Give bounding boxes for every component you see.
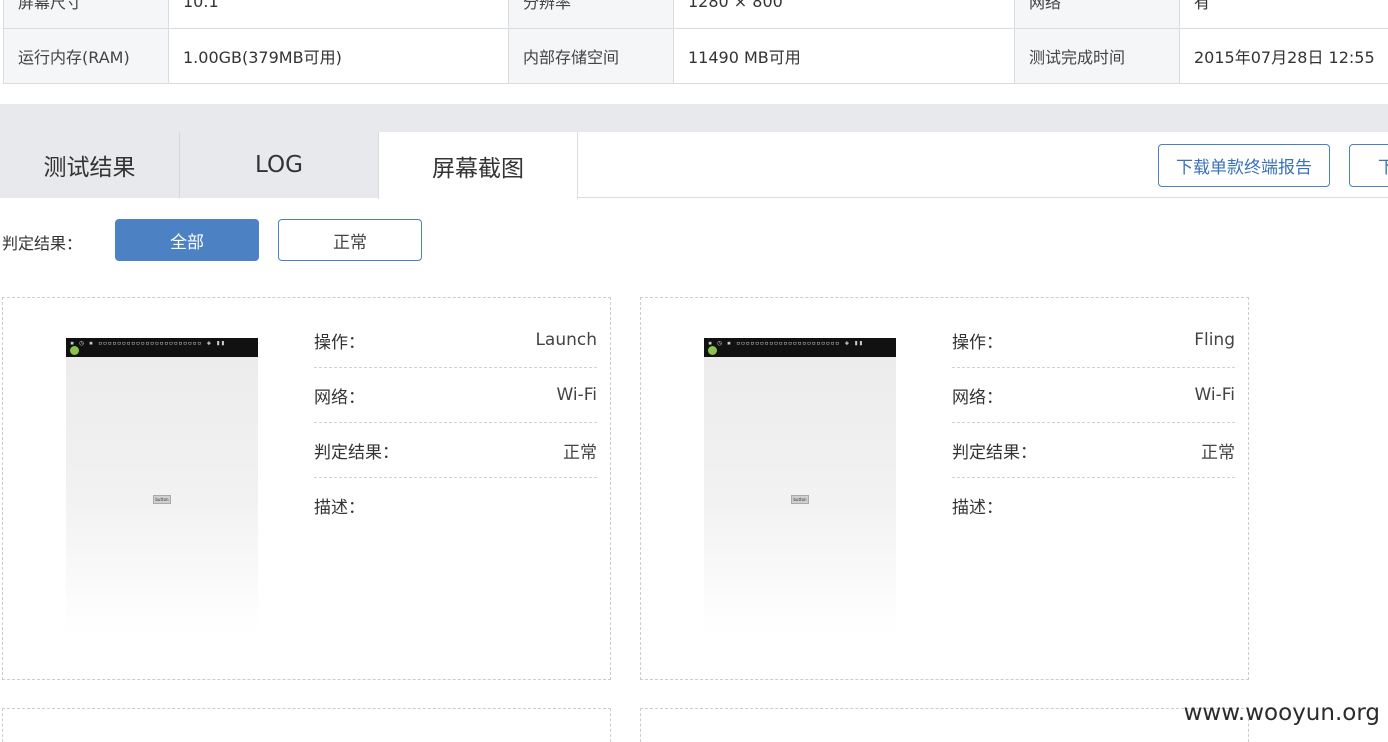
spec-row: 运行内存(RAM) 1.00GB(379MB可用) 内部存储空间 11490 M… xyxy=(3,28,1388,84)
info-value: Wi-Fi xyxy=(1194,385,1235,405)
spec-key: 测试完成时间 xyxy=(1014,28,1180,84)
spec-value: 1280 × 800 xyxy=(673,0,1015,29)
device-screenshot[interactable]: ▪ ◷ ▪ ▫▫▫▫▫▫▫▫▫▫▫▫▫▫▫▫▫▫▫▫▫▫ ◈ ▮▮ button xyxy=(704,338,896,634)
device-screenshot[interactable]: ▪ ◷ ▪ ▫▫▫▫▫▫▫▫▫▫▫▫▫▫▫▫▫▫▫▫▫▫ ◈ ▮▮ button xyxy=(66,338,258,634)
info-value: Fling xyxy=(1194,330,1235,350)
spec-key: 内部存储空间 xyxy=(508,28,674,84)
download-single-report-button[interactable]: 下载单款终端报告 xyxy=(1158,144,1330,187)
info-row-verdict: 判定结果： 正常 xyxy=(952,423,1235,478)
spec-value: 11490 MB可用 xyxy=(673,28,1015,84)
info-label: 判定结果： xyxy=(952,442,1037,463)
spec-value: 1.00GB(379MB可用) xyxy=(168,28,509,84)
spec-key: 运行内存(RAM) xyxy=(3,28,169,84)
info-value: 正常 xyxy=(563,442,597,463)
screenshot-card: ▪ ◷ ▪ ▫▫▫▫▫▫▫▫▫▫▫▫▫▫▫▫▫▫▫▫▫▫ ◈ ▮▮ button… xyxy=(640,297,1249,680)
thumbnail-button: button xyxy=(153,495,171,504)
info-row-network: 网络： Wi-Fi xyxy=(314,368,597,423)
filter-label: 判定结果： xyxy=(2,234,83,253)
spec-value: 有 xyxy=(1179,0,1388,29)
thumbnail-button: button xyxy=(791,495,809,504)
tab-log[interactable]: LOG xyxy=(180,132,379,198)
info-label: 操作： xyxy=(952,332,1003,353)
info-row-verdict: 判定结果： 正常 xyxy=(314,423,597,478)
screenshot-card xyxy=(640,708,1249,742)
info-label: 描述： xyxy=(952,498,1003,518)
tab-screenshots[interactable]: 屏幕截图 xyxy=(378,132,578,199)
status-bar: ▪ ◷ ▪ ▫▫▫▫▫▫▫▫▫▫▫▫▫▫▫▫▫▫▫▫▫▫ ◈ ▮▮ xyxy=(704,338,896,357)
spec-row: 屏幕尺寸 10.1 分辨率 1280 × 800 网络 有 xyxy=(3,0,1388,29)
info-row-description: 描述： xyxy=(314,478,597,533)
info-value: Launch xyxy=(535,330,597,350)
info-label: 描述： xyxy=(314,498,365,518)
status-icons: ▪ ◷ ▪ ▫▫▫▫▫▫▫▫▫▫▫▫▫▫▫▫▫▫▫▫▫▫ ◈ ▮▮ xyxy=(708,339,864,347)
android-icon xyxy=(708,346,717,355)
info-row-network: 网络： Wi-Fi xyxy=(952,368,1235,423)
status-bar: ▪ ◷ ▪ ▫▫▫▫▫▫▫▫▫▫▫▫▫▫▫▫▫▫▫▫▫▫ ◈ ▮▮ xyxy=(66,338,258,357)
info-value: Wi-Fi xyxy=(556,385,597,405)
section-divider xyxy=(0,104,1388,132)
info-label: 判定结果： xyxy=(314,442,399,463)
screenshot-info: 操作： Launch 网络： Wi-Fi 判定结果： 正常 描述： xyxy=(314,313,597,533)
tab-test-results[interactable]: 测试结果 xyxy=(0,132,180,198)
spec-key: 分辨率 xyxy=(508,0,674,29)
info-row-description: 描述： xyxy=(952,478,1235,533)
screenshot-info: 操作： Fling 网络： Wi-Fi 判定结果： 正常 描述： xyxy=(952,313,1235,533)
filter-normal-button[interactable]: 正常 xyxy=(278,219,422,261)
info-label: 网络： xyxy=(952,387,1003,408)
spec-value: 10.1 xyxy=(168,0,509,29)
info-row-operation: 操作： Launch xyxy=(314,313,597,368)
android-icon xyxy=(70,346,79,355)
spec-key: 屏幕尺寸 xyxy=(3,0,169,29)
status-icons: ▪ ◷ ▪ ▫▫▫▫▫▫▫▫▫▫▫▫▫▫▫▫▫▫▫▫▫▫ ◈ ▮▮ xyxy=(70,339,226,347)
info-label: 网络： xyxy=(314,387,365,408)
spec-key: 网络 xyxy=(1014,0,1180,29)
filter-all-button[interactable]: 全部 xyxy=(115,219,259,261)
spec-value: 2015年07月28日 12:55 xyxy=(1179,28,1388,84)
screenshot-card: ▪ ◷ ▪ ▫▫▫▫▫▫▫▫▫▫▫▫▫▫▫▫▫▫▫▫▫▫ ◈ ▮▮ button… xyxy=(2,297,611,680)
info-label: 操作： xyxy=(314,332,365,353)
device-spec-table: 屏幕尺寸 10.1 分辨率 1280 × 800 网络 有 运行内存(RAM) … xyxy=(3,0,1388,84)
download-report-button[interactable]: 下 xyxy=(1349,144,1388,187)
screenshot-card xyxy=(2,708,611,742)
watermark: www.wooyun.org xyxy=(1183,700,1380,726)
info-row-operation: 操作： Fling xyxy=(952,313,1235,368)
info-value: 正常 xyxy=(1201,442,1235,463)
